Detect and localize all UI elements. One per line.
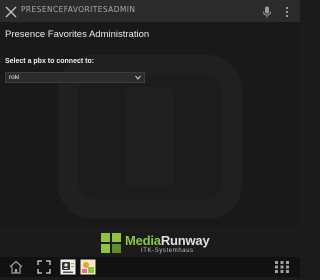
pbx-select[interactable]: roki (5, 72, 145, 83)
brand-name-accent: Media (125, 233, 161, 248)
more-menu-icon[interactable] (284, 5, 290, 17)
title-bar: PRESENCEFAVORITESADMIN (0, 0, 300, 22)
expand-icon[interactable] (36, 259, 52, 275)
pbx-select-label: Select a pbx to connect to: (5, 58, 95, 65)
contacts-icon[interactable] (60, 259, 76, 275)
grid-menu-icon[interactable] (273, 259, 291, 275)
microphone-icon[interactable] (262, 5, 272, 18)
app-icon[interactable] (80, 259, 96, 275)
home-icon[interactable] (8, 259, 24, 275)
close-icon[interactable] (5, 5, 17, 18)
brand-subtitle: ITK-Systemhaus (141, 248, 194, 254)
chevron-down-icon (135, 75, 141, 80)
mediarunway-logo-icon (101, 233, 121, 253)
pbx-selected-value: roki (9, 74, 20, 81)
taskbar (0, 257, 300, 277)
brand-name: MediaRunway (125, 233, 210, 248)
app-title: PRESENCEFAVORITESADMIN (21, 5, 136, 14)
page-title: Presence Favorites Administration (5, 29, 150, 40)
brand-logo-area: MediaRunway ITK-Systemhaus (101, 233, 211, 255)
brand-name-rest: Runway (160, 233, 210, 248)
main-content: Presence Favorites Administration Select… (0, 22, 300, 228)
